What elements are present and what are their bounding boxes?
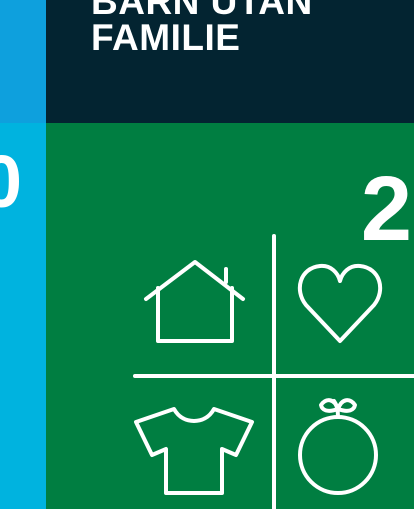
- left-strip-digit: 0: [0, 145, 22, 219]
- icon-grid: [133, 234, 414, 509]
- page-title: BARN UTAN FAMILIE: [91, 0, 313, 58]
- tshirt-icon: [134, 407, 254, 495]
- left-strip-top: [0, 0, 46, 123]
- apple-icon: [298, 398, 378, 495]
- heart-icon: [297, 263, 383, 343]
- house-icon: [144, 260, 245, 343]
